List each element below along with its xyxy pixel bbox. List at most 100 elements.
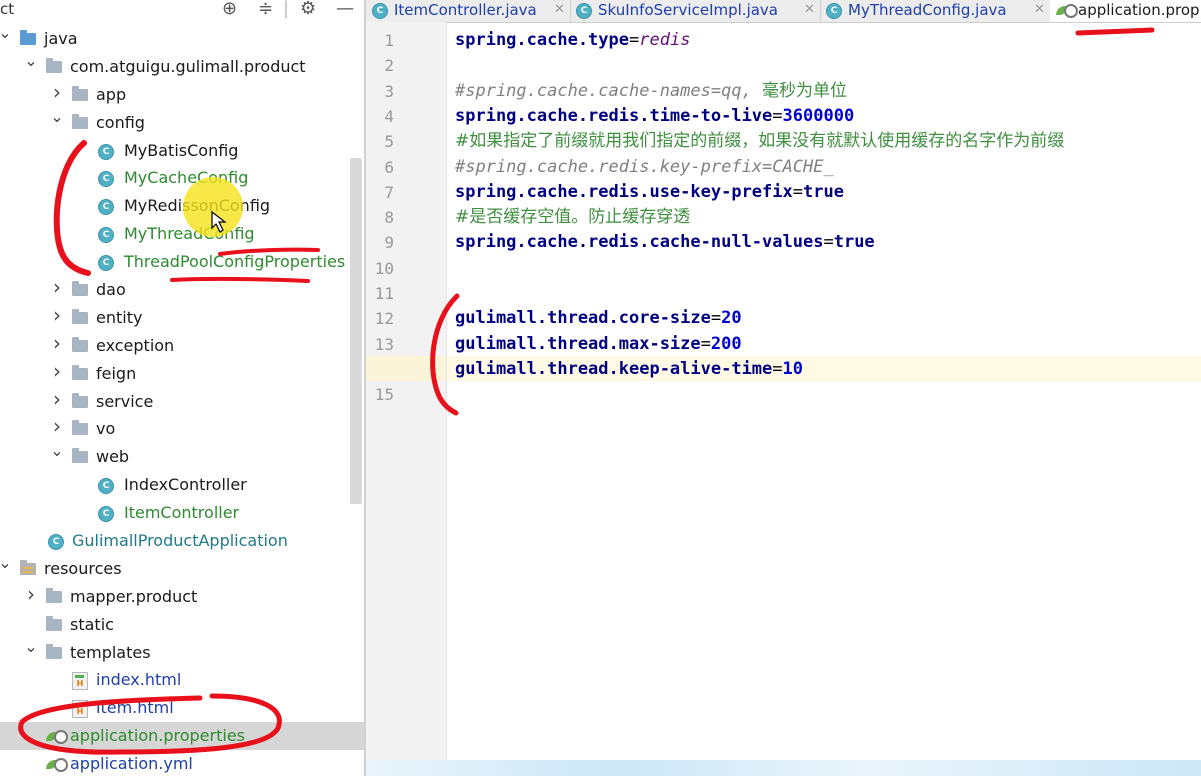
tree-item[interactable]: ⌄ java	[0, 23, 364, 53]
properties-file-icon	[46, 758, 68, 773]
tree-item[interactable]: C ItemController	[0, 499, 364, 527]
code-token: =	[792, 181, 804, 202]
code-token: true	[803, 181, 844, 202]
tree-item-label: item.html	[96, 698, 174, 718]
chevron-right-icon[interactable]: ›	[24, 581, 38, 609]
package-folder-icon	[46, 615, 62, 631]
package-folder-icon	[72, 281, 88, 297]
line-number: 10	[374, 258, 394, 278]
package-folder-icon	[46, 587, 62, 603]
tree-item[interactable]: › dao	[0, 274, 364, 304]
editor-tab-label: MyThreadConfig.java	[848, 1, 1007, 19]
chevron-right-icon[interactable]: ›	[50, 302, 64, 330]
chevron-right-icon[interactable]: ›	[50, 386, 64, 414]
code-token: 20	[721, 308, 742, 329]
minimize-icon[interactable]: —	[336, 0, 354, 19]
tree-item[interactable]: › entity	[0, 302, 364, 332]
chevron-down-icon[interactable]: ⌄	[0, 549, 12, 577]
line-number: 8	[384, 208, 394, 228]
line-number: 2	[384, 56, 394, 76]
close-icon[interactable]: ✕	[554, 0, 565, 20]
tree-item[interactable]: C ThreadPoolConfigProperties	[0, 248, 364, 276]
editor-tab[interactable]: C MyThreadConfig.java ✕	[820, 0, 1051, 22]
tree-item-label: MyThreadConfig	[124, 224, 255, 244]
chevron-down-icon[interactable]: ⌄	[50, 103, 64, 131]
project-tree: ⌄ java ⌄ com.atguigu.gulimall.product › app ⌄ c…	[0, 23, 364, 776]
tree-item[interactable]: C MyCacheConfig	[0, 164, 364, 192]
tree-item-label: feign	[96, 363, 137, 383]
class-icon: C	[98, 478, 114, 495]
tree-item[interactable]: ⌄ config	[0, 107, 364, 137]
project-title: ct	[0, 0, 15, 18]
tree-item[interactable]: › exception	[0, 330, 364, 360]
tree-item-label: web	[96, 447, 130, 467]
code-token: true	[833, 232, 875, 253]
tree-item-label: vo	[96, 419, 116, 439]
chevron-down-icon[interactable]: ⌄	[50, 437, 64, 465]
code-token: 毫秒为单位	[762, 80, 848, 101]
tree-item-label: application.yml	[70, 754, 193, 774]
tree-item[interactable]: C MyThreadConfig	[0, 220, 364, 248]
editor-tab[interactable]: C SkuInfoServiceImpl.java ✕	[570, 0, 821, 22]
tree-item-label: mapper.product	[70, 586, 198, 606]
code-line: #spring.cache.redis.key-prefix=CACHE_	[455, 155, 834, 180]
tree-item[interactable]: static	[0, 611, 364, 639]
current-line-gutter	[366, 356, 446, 381]
code-token: =	[772, 105, 783, 126]
crosshair-icon[interactable]: ⊕	[222, 0, 237, 19]
tree-item[interactable]: ⌄ com.atguigu.gulimall.product	[0, 51, 364, 81]
chevron-down-icon[interactable]: ⌄	[24, 633, 38, 661]
tree-item-label: dao	[96, 280, 126, 300]
code-token: gulimall.thread.keep-alive-time	[455, 358, 773, 379]
line-number: 15	[374, 385, 394, 405]
code-line: spring.cache.redis.use-key-prefix=true	[455, 180, 844, 205]
project-scrollbar[interactable]	[350, 158, 362, 504]
red-underline-tab	[1075, 27, 1155, 36]
class-icon: C	[98, 171, 114, 188]
tree-item-label: index.html	[96, 670, 182, 690]
close-icon[interactable]: ✕	[804, 0, 815, 20]
collapse-icon[interactable]: ≑	[258, 0, 273, 19]
chevron-down-icon[interactable]: ⌄	[0, 19, 12, 47]
tree-item-label: MyRedissonConfig	[124, 196, 271, 216]
code-token: 200	[710, 333, 742, 354]
package-folder-icon	[72, 364, 88, 380]
tree-item[interactable]: ⌄ templates	[0, 637, 364, 667]
editor-tab-label: ItemController.java	[394, 1, 537, 19]
editor-tab[interactable]: application.prop	[1050, 0, 1201, 22]
tree-item[interactable]: Hitem.html	[0, 694, 364, 722]
line-number-gutter: 123456789101112131415	[366, 22, 447, 776]
code-token: #spring.cache.cache-names=qq,	[455, 80, 763, 101]
package-folder-icon	[72, 113, 88, 129]
tree-item[interactable]: › mapper.product	[0, 581, 364, 611]
class-icon: C	[372, 3, 388, 19]
tree-item[interactable]: › service	[0, 386, 364, 416]
tree-item[interactable]: application.yml	[0, 750, 364, 776]
tree-item[interactable]: C MyBatisConfig	[0, 137, 364, 165]
package-folder-icon	[46, 57, 62, 73]
chevron-down-icon[interactable]: ⌄	[24, 47, 38, 75]
tree-item[interactable]: ⌄ resources	[0, 553, 364, 583]
tree-item[interactable]: C MyRedissonConfig	[0, 192, 364, 220]
editor-tab[interactable]: C ItemController.java ✕	[366, 0, 571, 22]
line-number: 9	[384, 233, 394, 253]
chevron-right-icon[interactable]: ›	[50, 330, 64, 358]
editor-tab-label: SkuInfoServiceImpl.java	[598, 1, 778, 19]
class-icon: C	[576, 3, 592, 19]
editor-tab-label: application.prop	[1078, 1, 1200, 19]
code-token: =	[629, 30, 640, 50]
chevron-right-icon[interactable]: ›	[50, 274, 64, 302]
chevron-right-icon[interactable]: ›	[50, 358, 64, 386]
gear-icon[interactable]: ⚙	[300, 0, 316, 19]
code-token: 3600000	[782, 105, 855, 126]
tree-item[interactable]: › feign	[0, 358, 364, 388]
tree-item[interactable]: Hindex.html	[0, 666, 364, 694]
tree-item[interactable]: C GulimallProductApplication	[0, 527, 364, 555]
tree-item[interactable]: application.properties	[0, 722, 364, 751]
tree-item[interactable]: ⌄ web	[0, 441, 364, 471]
code-token: spring.cache.redis.cache-null-values	[455, 232, 824, 253]
tree-item[interactable]: C IndexController	[0, 471, 364, 499]
close-icon[interactable]: ✕	[1034, 0, 1045, 20]
code-token: =	[700, 333, 711, 354]
package-folder-icon	[72, 336, 88, 352]
